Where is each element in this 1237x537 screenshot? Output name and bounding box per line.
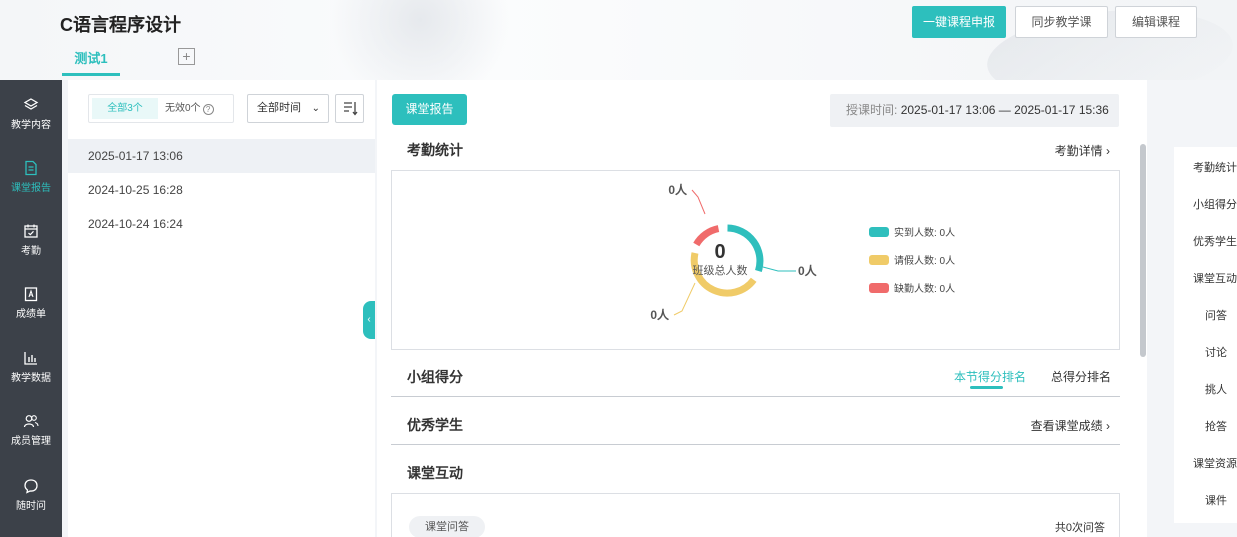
total-students-label: 班级总人数 <box>693 263 748 277</box>
members-icon <box>23 415 39 428</box>
anchor-subitem[interactable]: 课件 <box>1205 492 1227 508</box>
filter-invalid-button[interactable]: 无效0个? <box>165 98 231 119</box>
sync-course-button[interactable]: 同步教学课 <box>1015 6 1108 38</box>
total-students-value: 0 <box>714 241 725 263</box>
time-range-value: 全部时间 <box>257 102 301 114</box>
attendance-chart-box: 0 班级总人数 0人 0人 0人 实到人数: 0人 请假人数: 0人 缺勤人数:… <box>391 170 1120 350</box>
tab-active-indicator <box>970 386 1003 389</box>
view-class-grades-link[interactable]: 查看课堂成绩 › <box>1031 417 1110 434</box>
anchor-subitem[interactable]: 讨论 <box>1205 344 1227 360</box>
edit-course-button[interactable]: 编辑课程 <box>1115 6 1197 38</box>
legend-swatch-present <box>869 227 889 237</box>
leader-label-bottom: 0人 <box>650 307 670 322</box>
group-score-section-title: 小组得分 <box>407 369 463 385</box>
section-divider <box>391 444 1120 445</box>
class-report-main: 课堂报告 授课时间: 2025-01-17 13:06 — 2025-01-17… <box>377 80 1147 537</box>
class-report-button[interactable]: 课堂报告 <box>392 94 467 125</box>
sidebar-item-members[interactable]: 成员管理 <box>0 413 62 447</box>
filter-invalid-label: 无效0个 <box>165 103 201 114</box>
legend-swatch-leave <box>869 255 889 265</box>
legend-label-present: 实到人数: 0人 <box>894 226 955 239</box>
anchor-subitem[interactable]: 挑人 <box>1205 381 1227 397</box>
record-list-panel: 全部3个 无效0个? 全部时间 ⌄ 2025-01-17 13:06 2024-1… <box>68 80 375 537</box>
qa-card: 课堂问答 共0次问答 <box>391 493 1120 537</box>
leader-line-bottom <box>673 282 696 316</box>
sidebar-item-label: 考勤 <box>21 246 41 257</box>
record-item[interactable]: 2024-10-24 16:24 <box>68 207 375 241</box>
chevron-down-icon: ⌄ <box>311 103 320 114</box>
sort-button[interactable] <box>335 94 364 123</box>
class-time-value: 2025-01-17 13:06 — 2025-01-17 15:36 <box>900 103 1109 117</box>
legend-swatch-absent <box>869 283 889 293</box>
sidebar-item-attendance[interactable]: 考勤 <box>0 223 62 257</box>
calendar-check-icon <box>24 224 38 238</box>
collapse-panel-button[interactable]: ‹ <box>363 301 375 339</box>
sidebar-item-ask-anytime[interactable]: 随时问 <box>0 478 62 512</box>
interaction-section-title: 课堂互动 <box>407 465 463 481</box>
tab-class-test1[interactable]: 测试1 <box>62 48 120 76</box>
header-decoration <box>330 0 510 80</box>
legend-label-leave: 请假人数: 0人 <box>894 254 955 267</box>
sidebar: 教学内容 课堂报告 考勤 成绩单 教学数据 成员管理 随时问 <box>0 80 62 537</box>
document-icon <box>25 160 37 176</box>
filter-all-button[interactable]: 全部3个 <box>92 98 158 119</box>
attendance-detail-label: 考勤详情 <box>1054 144 1103 158</box>
main-scrollbar[interactable] <box>1140 144 1146 357</box>
add-tab-button[interactable]: + <box>178 48 195 65</box>
time-range-select[interactable]: 全部时间 ⌄ <box>247 94 329 123</box>
layers-icon <box>23 98 39 110</box>
section-divider <box>391 396 1120 397</box>
anchor-item[interactable]: 优秀学生 <box>1193 233 1237 249</box>
header: C语言程序设计 测试1 + 一键课程申报 同步教学课 编辑课程 <box>0 0 1237 80</box>
sort-icon <box>344 102 358 116</box>
course-report-button[interactable]: 一键课程申报 <box>912 6 1006 38</box>
sidebar-item-teaching-content[interactable]: 教学内容 <box>0 97 62 131</box>
anchor-item[interactable]: 课堂互动 <box>1193 270 1237 286</box>
sidebar-item-label: 教学数据 <box>11 373 51 384</box>
sidebar-item-label: 成绩单 <box>16 309 46 320</box>
legend-label-absent: 缺勤人数: 0人 <box>894 282 955 295</box>
grade-sheet-icon <box>24 287 38 302</box>
record-item[interactable]: 2025-01-17 13:06 <box>68 139 375 173</box>
anchor-subitem[interactable]: 抢答 <box>1205 418 1227 434</box>
class-time-label: 授课时间: <box>846 103 898 117</box>
record-filter-segment: 全部3个 无效0个? <box>88 94 234 123</box>
leader-line-right <box>762 266 796 272</box>
chevron-right-icon: › <box>1106 419 1110 433</box>
leader-label-right: 0人 <box>798 263 818 278</box>
tab-current-ranking[interactable]: 本节得分排名 <box>954 368 1026 385</box>
record-item[interactable]: 2024-10-25 16:28 <box>68 173 375 207</box>
attendance-donut-chart: 0 班级总人数 0人 0人 0人 实到人数: 0人 请假人数: 0人 缺勤人数:… <box>650 182 955 322</box>
excellent-students-section-title: 优秀学生 <box>407 417 463 433</box>
sidebar-item-teaching-data[interactable]: 教学数据 <box>0 350 62 384</box>
tab-total-ranking[interactable]: 总得分排名 <box>1051 368 1111 385</box>
view-class-grades-label: 查看课堂成绩 <box>1030 419 1103 433</box>
sidebar-item-label: 课堂报告 <box>11 183 51 194</box>
sidebar-item-label: 随时问 <box>16 501 46 512</box>
chevron-right-icon: › <box>1106 144 1110 158</box>
attendance-section-title: 考勤统计 <box>407 142 463 158</box>
anchor-item[interactable]: 考勤统计 <box>1193 159 1237 175</box>
bar-chart-icon <box>24 352 37 365</box>
attendance-detail-link[interactable]: 考勤详情 › <box>1055 142 1110 159</box>
leader-label-top: 0人 <box>668 182 688 197</box>
sidebar-item-label: 教学内容 <box>11 120 51 131</box>
qa-count: 共0次问答 <box>1054 522 1105 534</box>
class-time-box: 授课时间: 2025-01-17 13:06 — 2025-01-17 15:3… <box>830 94 1119 127</box>
anchor-item[interactable]: 小组得分 <box>1193 196 1237 212</box>
anchor-subitem[interactable]: 问答 <box>1205 307 1227 323</box>
course-title: C语言程序设计 <box>60 15 181 35</box>
leader-line-top <box>691 189 706 215</box>
section-anchor-nav: 考勤统计 小组得分 优秀学生 课堂互动 问答 讨论 挑人 抢答 课堂资源 课件 <box>1174 147 1237 523</box>
anchor-item[interactable]: 课堂资源 <box>1193 455 1237 471</box>
sidebar-item-label: 成员管理 <box>11 436 51 447</box>
chevron-left-icon: ‹ <box>367 314 371 325</box>
chat-icon <box>24 479 38 494</box>
help-icon[interactable]: ? <box>202 104 214 115</box>
sidebar-item-class-report[interactable]: 课堂报告 <box>0 160 62 194</box>
qa-tag: 课堂问答 <box>409 516 485 537</box>
sidebar-item-grade-sheet[interactable]: 成绩单 <box>0 286 62 320</box>
